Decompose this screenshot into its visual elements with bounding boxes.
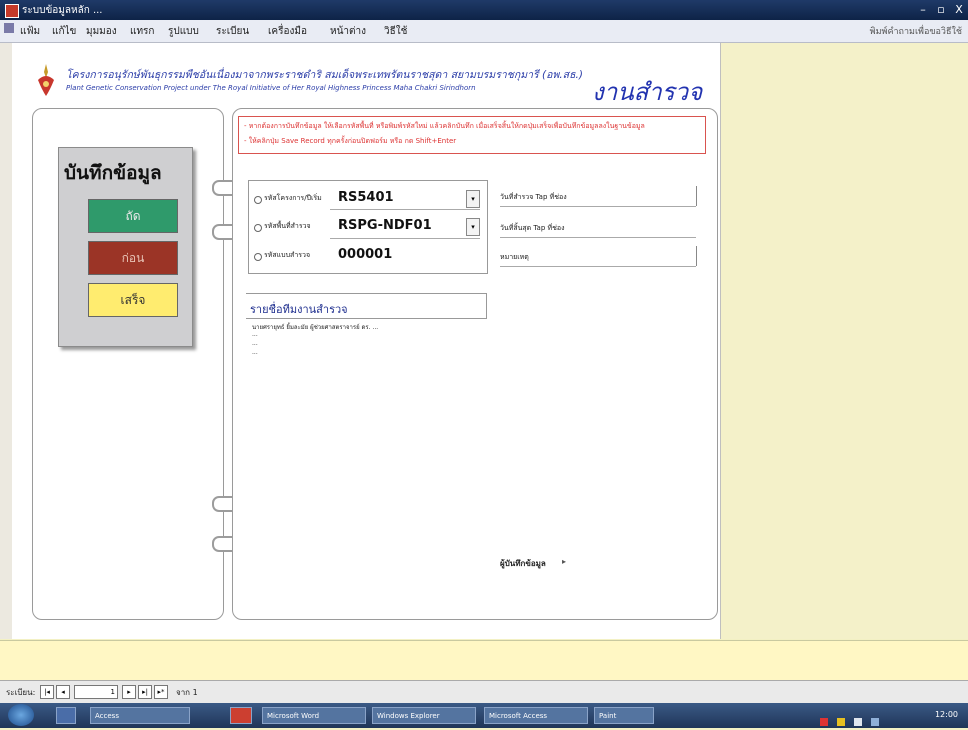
next-record-button[interactable]: ▸ — [122, 685, 136, 699]
record-total: จาก 1 — [176, 688, 198, 697]
record-navigator: ระเบียน: |◂ ◂ 1 ▸ ▸| ▸* จาก 1 — [0, 680, 968, 703]
team-names-heading: รายชื่อทีมงานสำรวจ — [250, 303, 348, 316]
remark-field[interactable] — [500, 266, 696, 267]
menu-view[interactable]: มุมมอง — [86, 24, 117, 39]
current-record-field[interactable]: 1 — [74, 685, 118, 699]
last-record-button[interactable]: ▸| — [138, 685, 152, 699]
prev-record-button[interactable]: ◂ — [56, 685, 70, 699]
menu-format[interactable]: รูปแบบ — [168, 24, 199, 39]
previous-button[interactable]: ก่อน — [88, 241, 178, 275]
header-thai: โครงการอนุรักษ์พันธุกรรมพืชอันเนื่องมาจา… — [66, 69, 583, 81]
team-names-line: ... — [252, 331, 258, 338]
ie-icon[interactable] — [56, 707, 76, 724]
instruction-line-1: - หากต้องการบันทึกข้อมูล ให้เลือกรหัสพื้… — [244, 122, 645, 130]
project-id-dropdown-icon[interactable]: ▾ — [466, 190, 480, 208]
volume-icon[interactable] — [854, 718, 863, 726]
project-id-label: รหัสโครงการ/ปีเริ่ม — [264, 194, 322, 202]
tray-icon[interactable] — [837, 718, 846, 726]
menu-edit[interactable]: แก้ไข — [52, 24, 76, 39]
page-title: งานสำรวจ — [592, 78, 703, 106]
survey-id-field[interactable]: 000001 — [338, 247, 392, 262]
area-id-label: รหัสพื้นที่สำรวจ — [264, 222, 311, 230]
project-id-radio[interactable] — [254, 196, 262, 204]
minimize-button[interactable]: – — [914, 2, 932, 17]
start-button[interactable] — [8, 704, 34, 726]
network-icon[interactable] — [871, 718, 880, 726]
team-names-line: ... — [252, 349, 258, 356]
area-id-dropdown-icon[interactable]: ▾ — [466, 218, 480, 236]
recorder-dropdown-icon[interactable]: ▸ — [562, 557, 566, 566]
start-date-field[interactable] — [500, 206, 696, 207]
remark-label: หมายเหตุ — [500, 253, 529, 261]
taskbar-item[interactable]: Windows Explorer — [372, 707, 476, 724]
done-button[interactable]: เสร็จ — [88, 283, 178, 317]
menu-help[interactable]: วิธีใช้ — [384, 24, 407, 39]
project-logo — [38, 64, 54, 96]
menu-tools[interactable]: เครื่องมือ — [268, 24, 307, 39]
area-id-field[interactable]: RSPG-NDF01 — [338, 218, 432, 233]
team-names-line: ... — [252, 340, 258, 347]
taskbar-item[interactable]: Microsoft Word — [262, 707, 366, 724]
window-title: ระบบข้อมูลหลัก ... — [22, 5, 103, 16]
next-button[interactable]: ถัด — [88, 199, 178, 233]
menu-bar: แฟ้ม แก้ไข มุมมอง แทรก รูปแบบ ระเบียน เค… — [0, 20, 968, 43]
divider — [330, 209, 480, 210]
end-date-label: วันที่สิ้นสุด Tap ที่ช่อง — [500, 224, 565, 232]
record-label: ระเบียน: — [6, 688, 36, 697]
taskbar-item[interactable]: Microsoft Access — [484, 707, 588, 724]
new-record-button[interactable]: ▸* — [154, 685, 168, 699]
help-search[interactable]: พิมพ์คำถามเพื่อขอวิธีใช้ — [870, 24, 962, 38]
tray-icon[interactable] — [820, 718, 828, 726]
divider — [696, 186, 697, 206]
title-bar: ระบบข้อมูลหลัก ... – ▫ X — [0, 0, 968, 20]
divider — [330, 238, 480, 239]
close-button[interactable]: X — [950, 2, 968, 17]
save-record-title: บันทึกข้อมูล — [64, 162, 162, 184]
header-english: Plant Genetic Conservation Project under… — [66, 84, 476, 92]
divider — [696, 246, 697, 266]
survey-id-label: รหัสแบบสำรวจ — [264, 251, 311, 259]
menu-window[interactable]: หน้าต่าง — [330, 24, 366, 39]
taskbar-item[interactable]: Paint — [594, 707, 654, 724]
app-icon — [5, 4, 19, 18]
first-record-button[interactable]: |◂ — [40, 685, 54, 699]
menu-file[interactable]: แฟ้ม — [20, 24, 40, 39]
area-id-radio[interactable] — [254, 224, 262, 232]
system-tray[interactable] — [820, 711, 900, 726]
form-footer — [0, 640, 968, 681]
team-names-line: นายศรายุทธ์ ยิ้มละมัย ผู้ช่วยศาสตราจารย์… — [252, 324, 379, 331]
menu-insert[interactable]: แทรก — [130, 24, 154, 39]
end-date-field[interactable] — [500, 237, 696, 238]
instruction-line-2: - ให้คลิกปุ่ม Save Record ทุกครั้งก่อนปิ… — [244, 137, 457, 145]
maximize-button[interactable]: ▫ — [932, 2, 950, 17]
menu-records[interactable]: ระเบียน — [216, 24, 249, 39]
clock[interactable]: 12:00 — [935, 710, 958, 719]
project-id-field[interactable]: RS5401 — [338, 190, 394, 205]
start-date-label: วันที่สำรวจ Tap ที่ช่อง — [500, 193, 567, 201]
form-icon — [4, 23, 14, 33]
pinned-app-icon[interactable] — [230, 707, 252, 724]
recorder-label: ผู้บันทึกข้อมูล — [500, 559, 546, 568]
survey-id-radio[interactable] — [254, 253, 262, 261]
taskbar-item[interactable]: Access — [90, 707, 190, 724]
